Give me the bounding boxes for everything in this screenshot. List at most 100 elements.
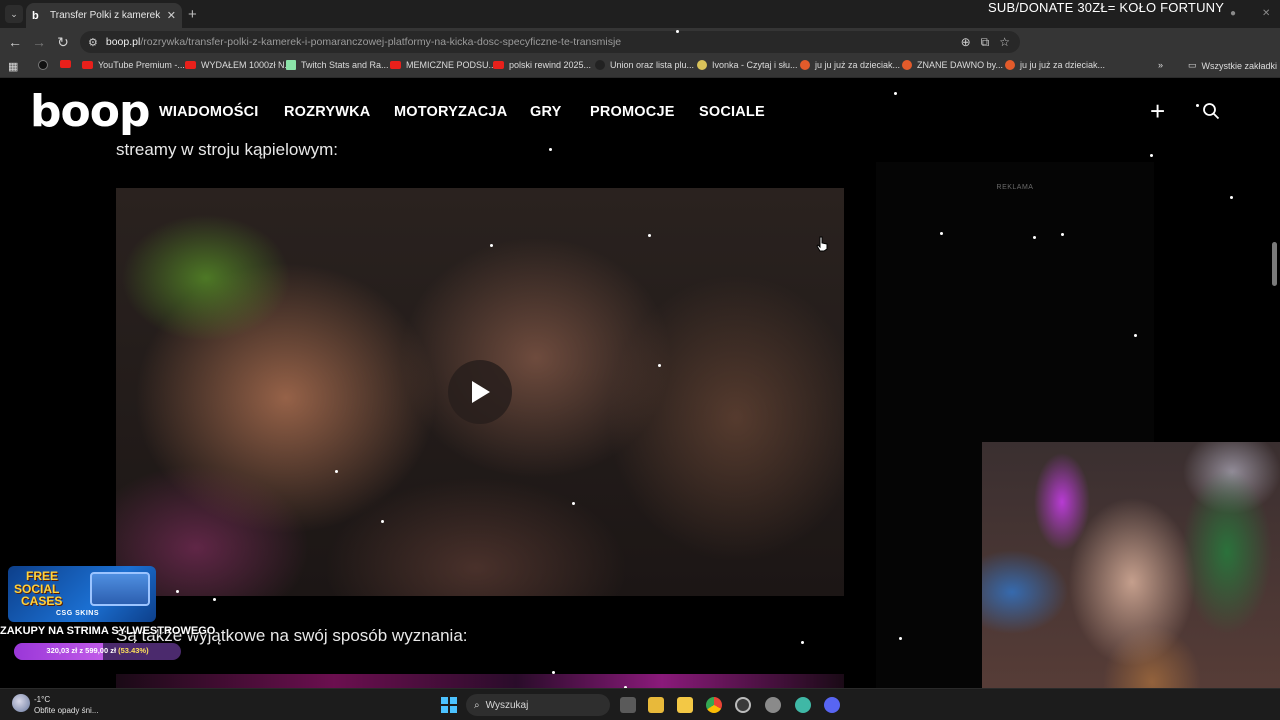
goal-percent: (53.43%): [118, 646, 149, 655]
snowflake-dot: [899, 637, 902, 640]
snowflake-dot: [1196, 104, 1199, 107]
donation-goal-title: ZAKUPY NA STRIMA SYLWESTROWEGO: [0, 625, 216, 637]
search-placeholder: Wyszukaj: [485, 699, 529, 711]
app-icon[interactable]: [735, 697, 751, 713]
snowflake-dot: [1150, 154, 1153, 157]
address-bar[interactable]: ⚙ boop.pl/rozrywka/transfer-polki-z-kame…: [80, 31, 1020, 53]
snowflake-dot: [658, 364, 661, 367]
file-explorer-icon[interactable]: [648, 697, 664, 713]
generic-favicon-icon: [697, 60, 707, 70]
minimize-icon[interactable]: ●: [1230, 8, 1236, 19]
tab-title: Transfer Polki z kamerek i poma...: [50, 10, 163, 21]
snowflake-dot: [490, 244, 493, 247]
browser-tab-active[interactable]: b Transfer Polki z kamerek i poma... ✕: [26, 3, 182, 28]
bookmark-tiktok-icon[interactable]: [38, 60, 53, 70]
nav-promocje[interactable]: PROMOCJE: [590, 104, 675, 120]
bookmarks-overflow-icon[interactable]: »: [1158, 60, 1163, 70]
windows-start-icon[interactable]: [441, 697, 457, 713]
bookmark-item[interactable]: YouTube Premium -...: [82, 60, 185, 70]
close-tab-icon[interactable]: ✕: [167, 9, 176, 22]
search-icon: ⌕: [474, 699, 480, 711]
all-bookmarks-label: Wszystkie zakładki: [1201, 60, 1278, 71]
windows-taskbar: -1°C Obfite opady śni... ⌕ Wyszukaj: [0, 688, 1280, 720]
taskbar-search[interactable]: ⌕ Wyszukaj: [466, 694, 610, 716]
app-icon[interactable]: [795, 697, 811, 713]
install-app-icon[interactable]: ⧉: [981, 35, 990, 50]
weather-widget[interactable]: -1°C Obfite opady śni...: [12, 694, 98, 716]
bookmark-label: polski rewind 2025...: [509, 60, 592, 70]
tt-icon: [286, 60, 296, 70]
forward-icon[interactable]: →: [27, 34, 51, 50]
free-cases-promo-overlay: FREE SOCIAL CASES CSG SKINS: [8, 566, 156, 622]
snowflake-dot: [176, 590, 179, 593]
youtube-icon: [493, 61, 504, 69]
play-button[interactable]: [448, 360, 512, 424]
all-bookmarks-folder[interactable]: ▭ Wszystkie zakładki: [1188, 60, 1277, 71]
nav-wiadomosci[interactable]: WIADOMOŚCI: [159, 104, 258, 120]
youtube-icon: [185, 61, 196, 69]
window-close-icon[interactable]: ✕: [1262, 8, 1270, 19]
bookmark-item[interactable]: MEMICZNE PODSU...: [390, 60, 496, 70]
tab-search-icon[interactable]: ⌄: [5, 5, 23, 23]
search-icon[interactable]: [1202, 102, 1220, 120]
bookmark-item[interactable]: ju ju już za dzieciak...: [800, 60, 900, 70]
bookmark-item[interactable]: polski rewind 2025...: [493, 60, 591, 70]
donation-goal-text: 320,03 zł z 599,00 zł (53.43%): [14, 646, 181, 655]
hand-cursor-icon: [816, 236, 828, 252]
bookmark-label: Twitch Stats and Ra...: [301, 60, 389, 70]
snowflake-dot: [648, 234, 651, 237]
plus-icon[interactable]: +: [1150, 96, 1165, 127]
settings-gear-icon[interactable]: [765, 697, 781, 713]
stream-top-overlay-text: SUB/DONATE 30ZŁ= KOŁO FORTUNY: [988, 0, 1225, 15]
nav-rozrywka[interactable]: ROZRYWKA: [284, 104, 370, 120]
bookmark-item[interactable]: Union oraz lista plu...: [595, 60, 694, 70]
task-view-icon[interactable]: [620, 697, 636, 713]
bookmark-label: ju ju już za dzieciak...: [815, 60, 901, 70]
boop-logo[interactable]: boop: [30, 86, 150, 137]
bookmark-item[interactable]: ju ju już za dzieciak...: [1005, 60, 1105, 70]
discord-icon[interactable]: [824, 697, 840, 713]
browser-toolbar: ← → ↻ ⚙ boop.pl/rozrywka/transfer-polki-…: [0, 28, 1280, 75]
snowflake-dot: [801, 641, 804, 644]
snowflake-dot: [940, 232, 943, 235]
nav-sociale[interactable]: SOCIALE: [699, 104, 765, 120]
url-host: boop.pl: [105, 36, 141, 48]
embedded-video-player[interactable]: [116, 188, 844, 596]
snowflake-dot: [335, 470, 338, 473]
chrome-icon[interactable]: [706, 697, 722, 713]
promo-brand: CSG SKINS: [56, 610, 100, 617]
donation-goal-bar: 320,03 zł z 599,00 zł (53.43%): [14, 643, 181, 660]
new-tab-button[interactable]: +: [188, 6, 197, 23]
generic-favicon-icon: [1005, 60, 1015, 70]
zoom-icon[interactable]: ⊕: [961, 35, 971, 50]
apps-grid-icon[interactable]: ▦: [8, 60, 18, 73]
screen: ⌄ b Transfer Polki z kamerek i poma... ✕…: [0, 0, 1280, 720]
page-scrollbar-thumb[interactable]: [1272, 242, 1277, 286]
back-icon[interactable]: ←: [3, 34, 27, 50]
site-info-icon[interactable]: ⚙: [88, 36, 98, 49]
snowflake-dot: [1061, 233, 1064, 236]
folder-icon: ▭: [1188, 60, 1197, 70]
snowflake-dot: [381, 520, 384, 523]
weather-description: Obfite opady śni...: [34, 706, 99, 715]
store-icon[interactable]: [677, 697, 693, 713]
generic-favicon-icon: [902, 60, 912, 70]
bookmark-item[interactable]: Ivonka - Czytaj i słu...: [697, 60, 798, 70]
promo-line: FREE: [26, 569, 59, 583]
nav-gry[interactable]: GRY: [530, 104, 561, 120]
snowflake-dot: [213, 598, 216, 601]
bookmark-item[interactable]: WYDAŁEM 1000zł N...: [185, 60, 292, 70]
weather-temperature: -1°C: [34, 695, 51, 704]
bookmark-label: Union oraz lista plu...: [610, 60, 695, 70]
bookmark-label: ZNANE DAWNO by...: [917, 60, 1004, 70]
snowflake-dot: [1230, 196, 1233, 199]
bookmark-item[interactable]: ZNANE DAWNO by...: [902, 60, 1003, 70]
bookmark-label: YouTube Premium -...: [98, 60, 185, 70]
nav-motoryzacja[interactable]: MOTORYZACJA: [394, 104, 507, 120]
reload-icon[interactable]: ↻: [51, 34, 75, 51]
bookmark-youtube-icon[interactable]: [60, 60, 76, 68]
snowflake-dot: [552, 671, 555, 674]
bookmark-item[interactable]: Twitch Stats and Ra...: [286, 60, 389, 70]
site-header: boop WIADOMOŚCI ROZRYWKA MOTORYZACJA GRY…: [0, 80, 1280, 144]
bookmark-star-icon[interactable]: ☆: [999, 35, 1010, 50]
